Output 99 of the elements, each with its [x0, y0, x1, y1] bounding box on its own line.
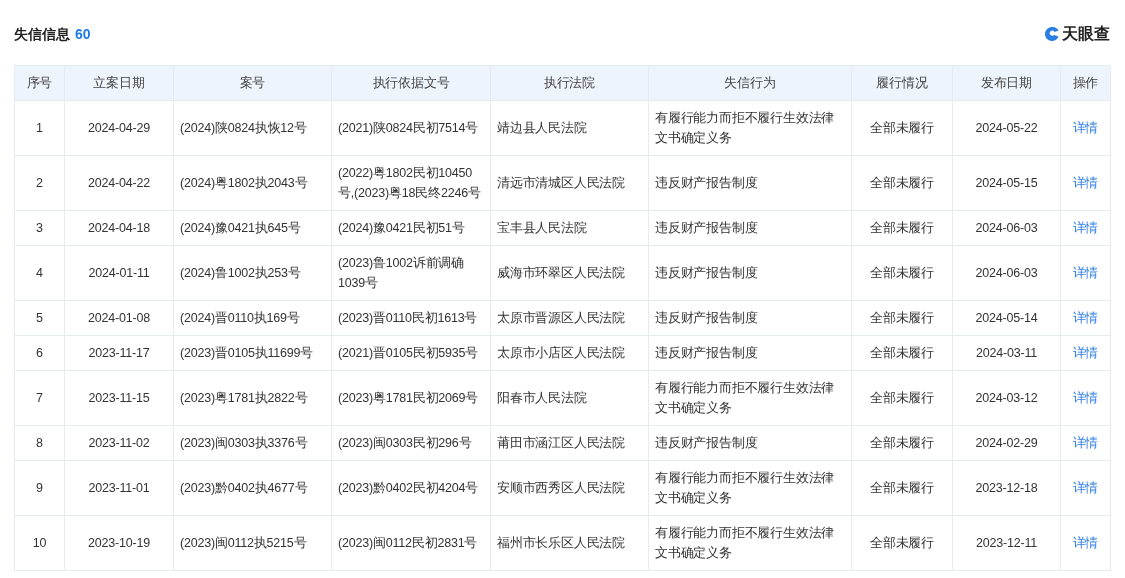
column-header: 操作 [1060, 65, 1111, 101]
table-cell: 太原市小店区人民法院 [490, 335, 649, 371]
table-cell: 全部未履行 [851, 515, 953, 571]
table-cell: 违反财产报告制度 [648, 155, 852, 211]
brand-logo: 天眼查 [1062, 24, 1110, 44]
table-cell: 有履行能力而拒不履行生效法律文书确定义务 [648, 370, 852, 426]
table-cell: 2 [14, 155, 65, 211]
details-link[interactable]: 详情 [1072, 176, 1099, 190]
table-cell: (2024)晋0110执169号 [173, 300, 332, 336]
table-cell: 全部未履行 [851, 100, 953, 156]
logo-icon [1044, 26, 1060, 42]
table-cell: 2024-05-14 [952, 300, 1061, 336]
table-cell: 太原市晋源区人民法院 [490, 300, 649, 336]
column-header: 失信行为 [648, 65, 852, 101]
table-cell: (2023)晋0110民初1613号 [331, 300, 491, 336]
table-cell: 违反财产报告制度 [648, 425, 852, 461]
column-header: 执行法院 [490, 65, 649, 101]
table-cell: 2024-01-11 [64, 245, 174, 301]
table-cell: 威海市环翠区人民法院 [490, 245, 649, 301]
table-cell: 2024-01-08 [64, 300, 174, 336]
table-cell: 6 [14, 335, 65, 371]
table-cell: 3 [14, 210, 65, 246]
table-cell: 全部未履行 [851, 335, 953, 371]
table-cell: 莆田市涵江区人民法院 [490, 425, 649, 461]
table-cell: 5 [14, 300, 65, 336]
table-cell: 10 [14, 515, 65, 571]
table-cell: 全部未履行 [851, 425, 953, 461]
table-cell: (2023)鲁1002诉前调确1039号 [331, 245, 491, 301]
table-cell: 安顺市西秀区人民法院 [490, 460, 649, 516]
table-cell: 2024-04-22 [64, 155, 174, 211]
table-cell: 8 [14, 425, 65, 461]
table-cell: 全部未履行 [851, 300, 953, 336]
column-header: 执行依据文号 [331, 65, 491, 101]
table-cell: (2024)陕0824执恢12号 [173, 100, 332, 156]
table-cell: 7 [14, 370, 65, 426]
table-cell: 违反财产报告制度 [648, 300, 852, 336]
table-cell: 2023-10-19 [64, 515, 174, 571]
table-cell: 全部未履行 [851, 245, 953, 301]
table-cell: 2024-03-12 [952, 370, 1061, 426]
table-cell: 2024-02-29 [952, 425, 1061, 461]
table-cell: (2023)粤1781执2822号 [173, 370, 332, 426]
table-cell: (2023)闽0303民初296号 [331, 425, 491, 461]
table-cell: 9 [14, 460, 65, 516]
table-cell: (2024)豫0421民初51号 [331, 210, 491, 246]
table-cell: 有履行能力而拒不履行生效法律文书确定义务 [648, 515, 852, 571]
table-cell: 2024-06-03 [952, 210, 1061, 246]
table-cell: (2021)陕0824民初7514号 [331, 100, 491, 156]
table-cell: 福州市长乐区人民法院 [490, 515, 649, 571]
column-header: 序号 [14, 65, 65, 101]
details-link[interactable]: 详情 [1072, 266, 1099, 280]
table-cell: 1 [14, 100, 65, 156]
table-cell: 2024-06-03 [952, 245, 1061, 301]
column-header: 履行情况 [851, 65, 953, 101]
table-cell: 全部未履行 [851, 460, 953, 516]
table-cell: (2021)晋0105民初5935号 [331, 335, 491, 371]
table-cell: 2023-11-01 [64, 460, 174, 516]
table-cell: 清远市清城区人民法院 [490, 155, 649, 211]
table-cell: 2023-11-15 [64, 370, 174, 426]
table-cell: 靖边县人民法院 [490, 100, 649, 156]
table-cell: 阳春市人民法院 [490, 370, 649, 426]
table-cell: (2024)豫0421执645号 [173, 210, 332, 246]
table-cell: (2024)粤1802执2043号 [173, 155, 332, 211]
table-cell: 2023-12-11 [952, 515, 1061, 571]
details-link[interactable]: 详情 [1072, 536, 1099, 550]
table-cell: 2024-04-18 [64, 210, 174, 246]
table-cell: 违反财产报告制度 [648, 210, 852, 246]
table-cell: 全部未履行 [851, 210, 953, 246]
table-cell: 2023-12-18 [952, 460, 1061, 516]
table-cell: 有履行能力而拒不履行生效法律文书确定义务 [648, 100, 852, 156]
details-link[interactable]: 详情 [1072, 121, 1099, 135]
table-cell: 2024-05-15 [952, 155, 1061, 211]
table-cell: 2024-03-11 [952, 335, 1061, 371]
table-cell: (2023)闽0112执5215号 [173, 515, 332, 571]
table-cell: 2024-04-29 [64, 100, 174, 156]
table-cell: (2023)粤1781民初2069号 [331, 370, 491, 426]
column-header: 发布日期 [952, 65, 1061, 101]
table-cell: 2024-05-22 [952, 100, 1061, 156]
table-cell: 违反财产报告制度 [648, 245, 852, 301]
table-cell: 2023-11-02 [64, 425, 174, 461]
table-cell: 全部未履行 [851, 370, 953, 426]
table-cell: (2023)闽0112民初2831号 [331, 515, 491, 571]
section-title: 失信信息 [14, 24, 70, 44]
table-cell: (2022)粤1802民初10450号,(2023)粤18民终2246号 [331, 155, 491, 211]
details-link[interactable]: 详情 [1072, 391, 1099, 405]
table-cell: (2023)黔0402民初4204号 [331, 460, 491, 516]
table-cell: 宝丰县人民法院 [490, 210, 649, 246]
table-cell: (2024)鲁1002执253号 [173, 245, 332, 301]
table-cell: (2023)晋0105执11699号 [173, 335, 332, 371]
table-cell: 全部未履行 [851, 155, 953, 211]
table-cell: (2023)黔0402执4677号 [173, 460, 332, 516]
table-cell: 2023-11-17 [64, 335, 174, 371]
record-count: 60 [75, 24, 91, 44]
table-cell: (2023)闽0303执3376号 [173, 425, 332, 461]
table-cell: 违反财产报告制度 [648, 335, 852, 371]
table-cell: 4 [14, 245, 65, 301]
table-cell: 有履行能力而拒不履行生效法律文书确定义务 [648, 460, 852, 516]
column-header: 案号 [173, 65, 332, 101]
column-header: 立案日期 [64, 65, 174, 101]
details-link[interactable]: 详情 [1072, 481, 1099, 495]
